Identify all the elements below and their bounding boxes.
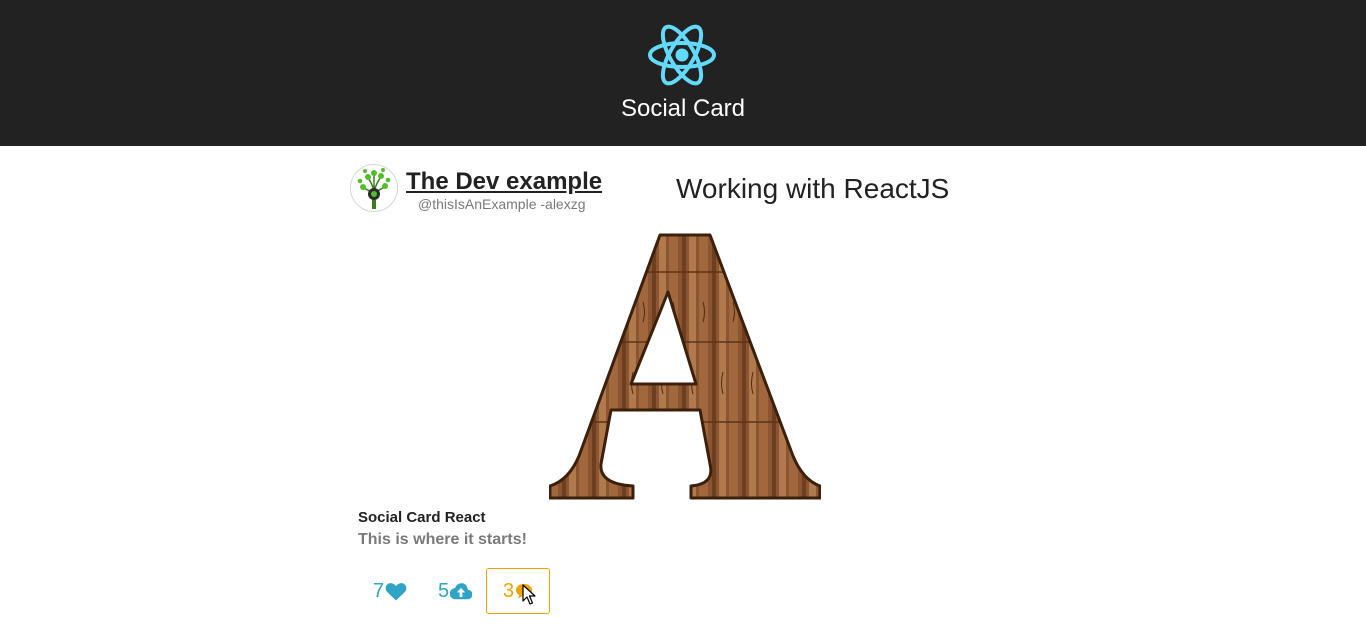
heart-icon bbox=[385, 582, 407, 601]
share-upload-button[interactable]: 5 bbox=[423, 568, 487, 614]
wooden-letter-image bbox=[549, 233, 821, 500]
card-title: Social Card React bbox=[358, 509, 486, 526]
comment-button[interactable]: 3 bbox=[486, 568, 550, 614]
author-handle: @thisIsAnExample -alexzg bbox=[418, 196, 586, 212]
app-title: Social Card bbox=[620, 95, 746, 122]
react-logo-icon bbox=[648, 24, 716, 86]
author-name-link[interactable]: The Dev example bbox=[406, 168, 602, 196]
like-button[interactable]: 7 bbox=[358, 568, 422, 614]
card-description: This is where it starts! bbox=[358, 531, 527, 548]
author-avatar bbox=[350, 164, 398, 212]
mouse-cursor-icon bbox=[522, 584, 536, 605]
cloud-upload-icon bbox=[450, 582, 473, 599]
like-count: 7 bbox=[372, 579, 385, 602]
comment-count: 3 bbox=[502, 579, 515, 602]
tree-avatar-icon bbox=[357, 168, 391, 209]
share-count: 5 bbox=[437, 579, 450, 602]
post-title: Working with ReactJS bbox=[676, 173, 950, 204]
app-header: Social Card bbox=[0, 0, 1366, 146]
